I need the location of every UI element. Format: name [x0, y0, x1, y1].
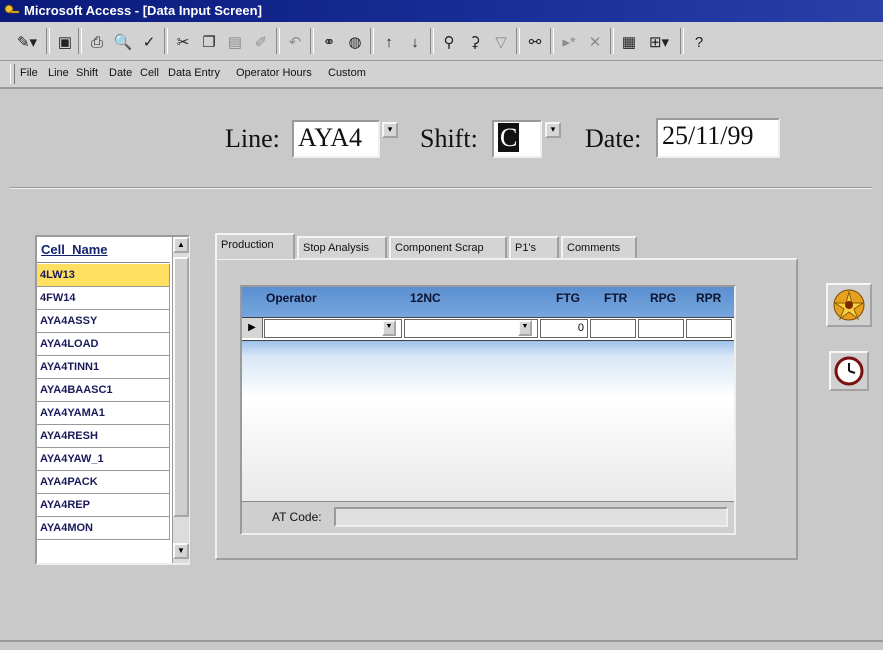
- cell-item[interactable]: AYA4RESH: [37, 425, 170, 448]
- window-title: Microsoft Access - [Data Input Screen]: [24, 3, 262, 18]
- shift-dropdown-icon[interactable]: ▾: [545, 122, 561, 138]
- menu-file[interactable]: File: [20, 67, 38, 79]
- line-value: AYA4: [298, 123, 363, 152]
- cell-item[interactable]: AYA4BAASC1: [37, 379, 170, 402]
- tab-component-scrap[interactable]: Component Scrap: [389, 236, 507, 258]
- cell-item[interactable]: AYA4LOAD: [37, 333, 170, 356]
- scroll-thumb[interactable]: [173, 257, 189, 517]
- insert-hyperlink-icon[interactable]: ⚭: [316, 28, 342, 56]
- scroll-up-icon[interactable]: ▲: [173, 237, 189, 253]
- cell-item[interactable]: 4LW13: [37, 264, 170, 287]
- clock-icon: [834, 356, 864, 386]
- cell-item[interactable]: AYA4YAW_1: [37, 448, 170, 471]
- column-header-12nc: 12NC: [410, 291, 441, 305]
- operator-dropdown-icon[interactable]: ▼: [382, 320, 396, 336]
- column-header-rpg: RPG: [650, 291, 677, 305]
- filter-by-selection-icon[interactable]: ⚲: [436, 28, 462, 56]
- copy-icon[interactable]: ❐: [196, 28, 222, 56]
- ftg-value: 0: [577, 322, 584, 334]
- line-combo[interactable]: AYA4: [292, 120, 380, 158]
- run-macro-button[interactable]: [826, 283, 872, 327]
- line-dropdown-icon[interactable]: ▾: [382, 122, 398, 138]
- date-value: 25/11/99: [662, 121, 754, 150]
- column-header-ftr: FTR: [604, 291, 628, 305]
- at-code-label: AT Code:: [272, 510, 322, 524]
- at-code-field[interactable]: [334, 507, 728, 527]
- cut-icon[interactable]: ✂: [170, 28, 196, 56]
- cell-item[interactable]: AYA4REP: [37, 494, 170, 517]
- shift-label: Shift:: [420, 124, 478, 153]
- paste-icon[interactable]: ▤: [222, 28, 248, 56]
- shift-combo[interactable]: C: [492, 120, 542, 158]
- format-painter-icon[interactable]: ✐: [248, 28, 274, 56]
- view-icon[interactable]: ✎▾: [10, 28, 44, 56]
- toolbar: ✎▾ ▣ ⎙ 🔍 ✓ ✂ ❐ ▤ ✐ ↶ ⚭ ◍ ↑ ↓ ⚲ ⚳ ▽ ⚯ ▸* …: [0, 22, 883, 61]
- print-icon[interactable]: ⎙: [84, 28, 110, 56]
- menu-line[interactable]: Line: [48, 67, 69, 79]
- sort-descending-icon[interactable]: ↓: [402, 28, 428, 56]
- tab-comments[interactable]: Comments: [561, 236, 637, 258]
- find-icon[interactable]: ⚯: [522, 28, 548, 56]
- filter-by-form-icon[interactable]: ⚳: [462, 28, 488, 56]
- tab-production[interactable]: Production: [215, 233, 295, 259]
- column-header-rpr: RPR: [696, 291, 722, 305]
- help-icon[interactable]: ?: [686, 28, 712, 56]
- menu-shift[interactable]: Shift: [76, 67, 98, 79]
- menu-date[interactable]: Date: [109, 67, 132, 79]
- date-label: Date:: [585, 124, 642, 153]
- at-code-bar: AT Code:: [242, 501, 734, 533]
- menu-bar: File Line Shift Date Cell Data Entry Ope…: [0, 61, 883, 89]
- date-field[interactable]: 25/11/99: [656, 118, 780, 158]
- apply-filter-icon[interactable]: ▽: [488, 28, 514, 56]
- scroll-down-icon[interactable]: ▼: [173, 543, 189, 559]
- new-object-icon[interactable]: ⊞▾: [642, 28, 676, 56]
- database-window-icon[interactable]: ▦: [616, 28, 642, 56]
- cell-list-scrollbar[interactable]: ▲ ▼: [172, 237, 189, 563]
- column-header-operator: Operator: [266, 291, 317, 305]
- cell-item[interactable]: AYA4ASSY: [37, 310, 170, 333]
- spelling-icon[interactable]: ✓: [136, 28, 162, 56]
- print-preview-icon[interactable]: 🔍: [110, 28, 136, 56]
- column-header-ftg: FTG: [556, 291, 580, 305]
- tab-p1s[interactable]: P1's: [509, 236, 559, 258]
- sort-ascending-icon[interactable]: ↑: [376, 28, 402, 56]
- production-subform[interactable]: Operator 12NC FTG FTR RPG RPR ▶ ▼ ▼ 0 AT…: [240, 285, 736, 535]
- menu-cell[interactable]: Cell: [140, 67, 159, 79]
- access-key-icon: [4, 4, 20, 14]
- table-row[interactable]: ▶ ▼ ▼ 0: [242, 317, 734, 341]
- cell-item[interactable]: AYA4PACK: [37, 471, 170, 494]
- run-macro-icon: [833, 289, 865, 321]
- shift-value: C: [498, 123, 520, 152]
- menu-data-entry[interactable]: Data Entry: [168, 67, 220, 79]
- nc12-dropdown-icon[interactable]: ▼: [518, 320, 532, 336]
- ftr-field[interactable]: [590, 319, 636, 338]
- rpg-field[interactable]: [638, 319, 684, 338]
- cell-list-header: Cell_Name: [37, 237, 170, 263]
- cell-item[interactable]: AYA4MON: [37, 517, 170, 540]
- undo-icon[interactable]: ↶: [282, 28, 308, 56]
- delete-record-icon[interactable]: ✕: [582, 28, 608, 56]
- rpr-field[interactable]: [686, 319, 732, 338]
- tab-stop-analysis[interactable]: Stop Analysis: [297, 236, 387, 258]
- clock-button[interactable]: [829, 351, 869, 391]
- menu-operator-hours[interactable]: Operator Hours: [236, 67, 312, 79]
- menu-custom[interactable]: Custom: [328, 67, 366, 79]
- new-record-icon[interactable]: ▸*: [556, 28, 582, 56]
- line-label: Line:: [225, 124, 280, 153]
- cell-item[interactable]: AYA4TINN1: [37, 356, 170, 379]
- cell-item[interactable]: 4FW14: [37, 287, 170, 310]
- save-icon[interactable]: ▣: [52, 28, 78, 56]
- web-toolbar-icon[interactable]: ◍: [342, 28, 368, 56]
- title-bar: Microsoft Access - [Data Input Screen]: [0, 0, 883, 22]
- cell-item[interactable]: AYA4YAMA1: [37, 402, 170, 425]
- cell-name-list[interactable]: Cell_Name 4LW13 4FW14 AYA4ASSY AYA4LOAD …: [35, 235, 190, 565]
- status-divider: [0, 640, 883, 642]
- record-selector-icon[interactable]: ▶: [242, 318, 263, 338]
- ftg-field[interactable]: 0: [540, 319, 588, 338]
